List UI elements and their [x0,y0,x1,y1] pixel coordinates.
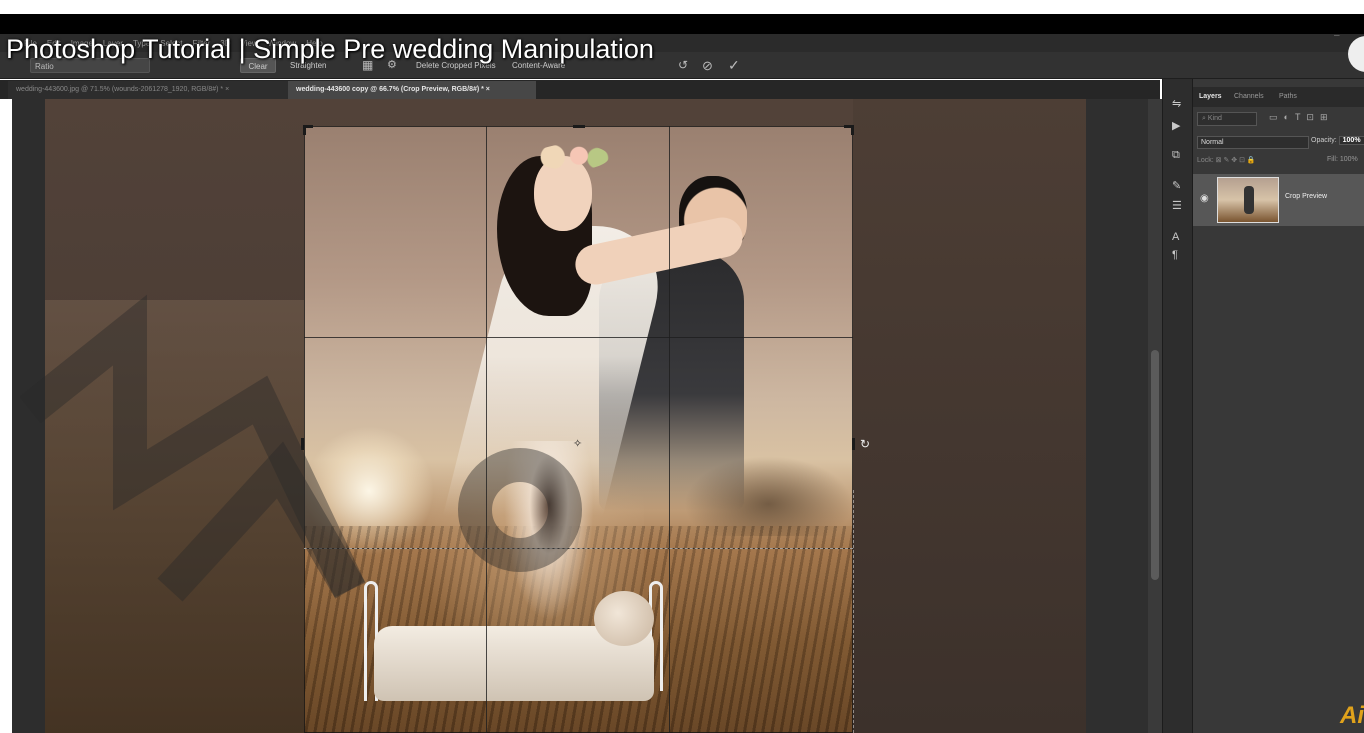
video-top-bar [0,14,1364,34]
brand-logo: Ai [1340,702,1364,729]
crop-guide-dashed [853,490,854,733]
filter-icons[interactable]: ▭◐T⊡⊞ [1269,112,1334,123]
checkmark-icon[interactable]: ✓ [724,58,744,73]
reset-icon[interactable]: ↺ [674,58,692,73]
clone-source-icon[interactable]: ⧉ [1172,149,1180,162]
scrollbar-thumb[interactable] [1151,350,1159,580]
eye-icon[interactable]: ◉ [1200,193,1209,204]
panel-dock-icons: ⇋ ▶ ⧉ ✎ ☰ A ¶ [1162,79,1192,733]
layer-row[interactable]: ◉ Crop Preview [1193,174,1364,226]
tab-channels[interactable]: Channels [1234,93,1264,100]
crop-center-icon: ✧ [573,438,583,450]
tools-panel [12,99,45,733]
tab-paths[interactable]: Paths [1279,93,1297,100]
left-margin [0,99,12,733]
fill-label: Fill: [1327,156,1338,163]
blend-mode-select[interactable]: Normal [1197,136,1309,149]
paragraph-icon[interactable]: ¶ [1172,249,1178,261]
crop-handle-top[interactable] [573,125,585,128]
video-title: Photoshop Tutorial | Simple Pre wedding … [6,34,654,64]
fill-value[interactable]: 100% [1340,156,1358,163]
fill-control[interactable]: Fill: 100% [1327,156,1358,163]
crop-handle-left[interactable] [301,438,304,450]
rotate-cursor-icon: ↻ [860,437,871,451]
crop-handle-top-left[interactable] [303,125,313,135]
layer-name[interactable]: Crop Preview [1285,193,1327,200]
opacity-value[interactable]: 100% [1338,136,1364,145]
cancel-icon[interactable]: ⊘ [698,58,717,73]
lock-label: Lock: [1197,157,1214,164]
kind-filter-label: Kind [1207,115,1222,122]
crop-grid-line [669,126,670,733]
crop-grid-line [486,126,487,733]
screenshot: File Edit Image Layer Type Select Filter… [0,0,1364,733]
tab-layers[interactable]: Layers [1199,93,1222,100]
pasteboard [1086,99,1148,733]
adjustments-icon[interactable]: ☰ [1172,199,1182,212]
kind-filter[interactable]: ⌕ Kind [1197,112,1257,126]
crop-border[interactable] [304,126,853,733]
tab-document-1[interactable]: wedding-443600.jpg @ 71.5% (wounds-20612… [8,81,288,99]
brush-settings-icon[interactable]: ✎ [1172,179,1181,192]
crop-handle-top-right[interactable] [844,125,854,135]
tab-document-2[interactable]: wedding-443600 copy @ 66.7% (Crop Previe… [288,81,536,99]
layers-panel-tabs: Layers Channels Paths [1193,87,1364,107]
crop-guide-dashed [304,548,853,549]
lock-controls[interactable]: Lock: ⊠ ✎ ✥ ⊡ 🔒 [1197,156,1256,164]
layer-thumbnail [1217,177,1279,223]
minimize-icon[interactable]: – [1334,30,1340,41]
opacity-label: Opacity: [1311,137,1337,144]
layers-panel: Layers Channels Paths ⌕ Kind ▭◐T⊡⊞ Norma… [1192,79,1364,733]
document-tab-bar: wedding-443600.jpg @ 71.5% (wounds-20612… [0,80,1160,99]
crop-grid-line [304,337,853,338]
top-margin [0,0,1364,14]
history-icon[interactable]: ⇋ [1172,97,1181,110]
opacity-control[interactable]: Opacity: 100% [1311,136,1364,145]
play-icon[interactable]: ▶ [1172,119,1180,132]
character-icon[interactable]: A [1172,231,1179,243]
cropped-area-right [853,99,1086,733]
crop-handle-right[interactable] [852,438,855,450]
